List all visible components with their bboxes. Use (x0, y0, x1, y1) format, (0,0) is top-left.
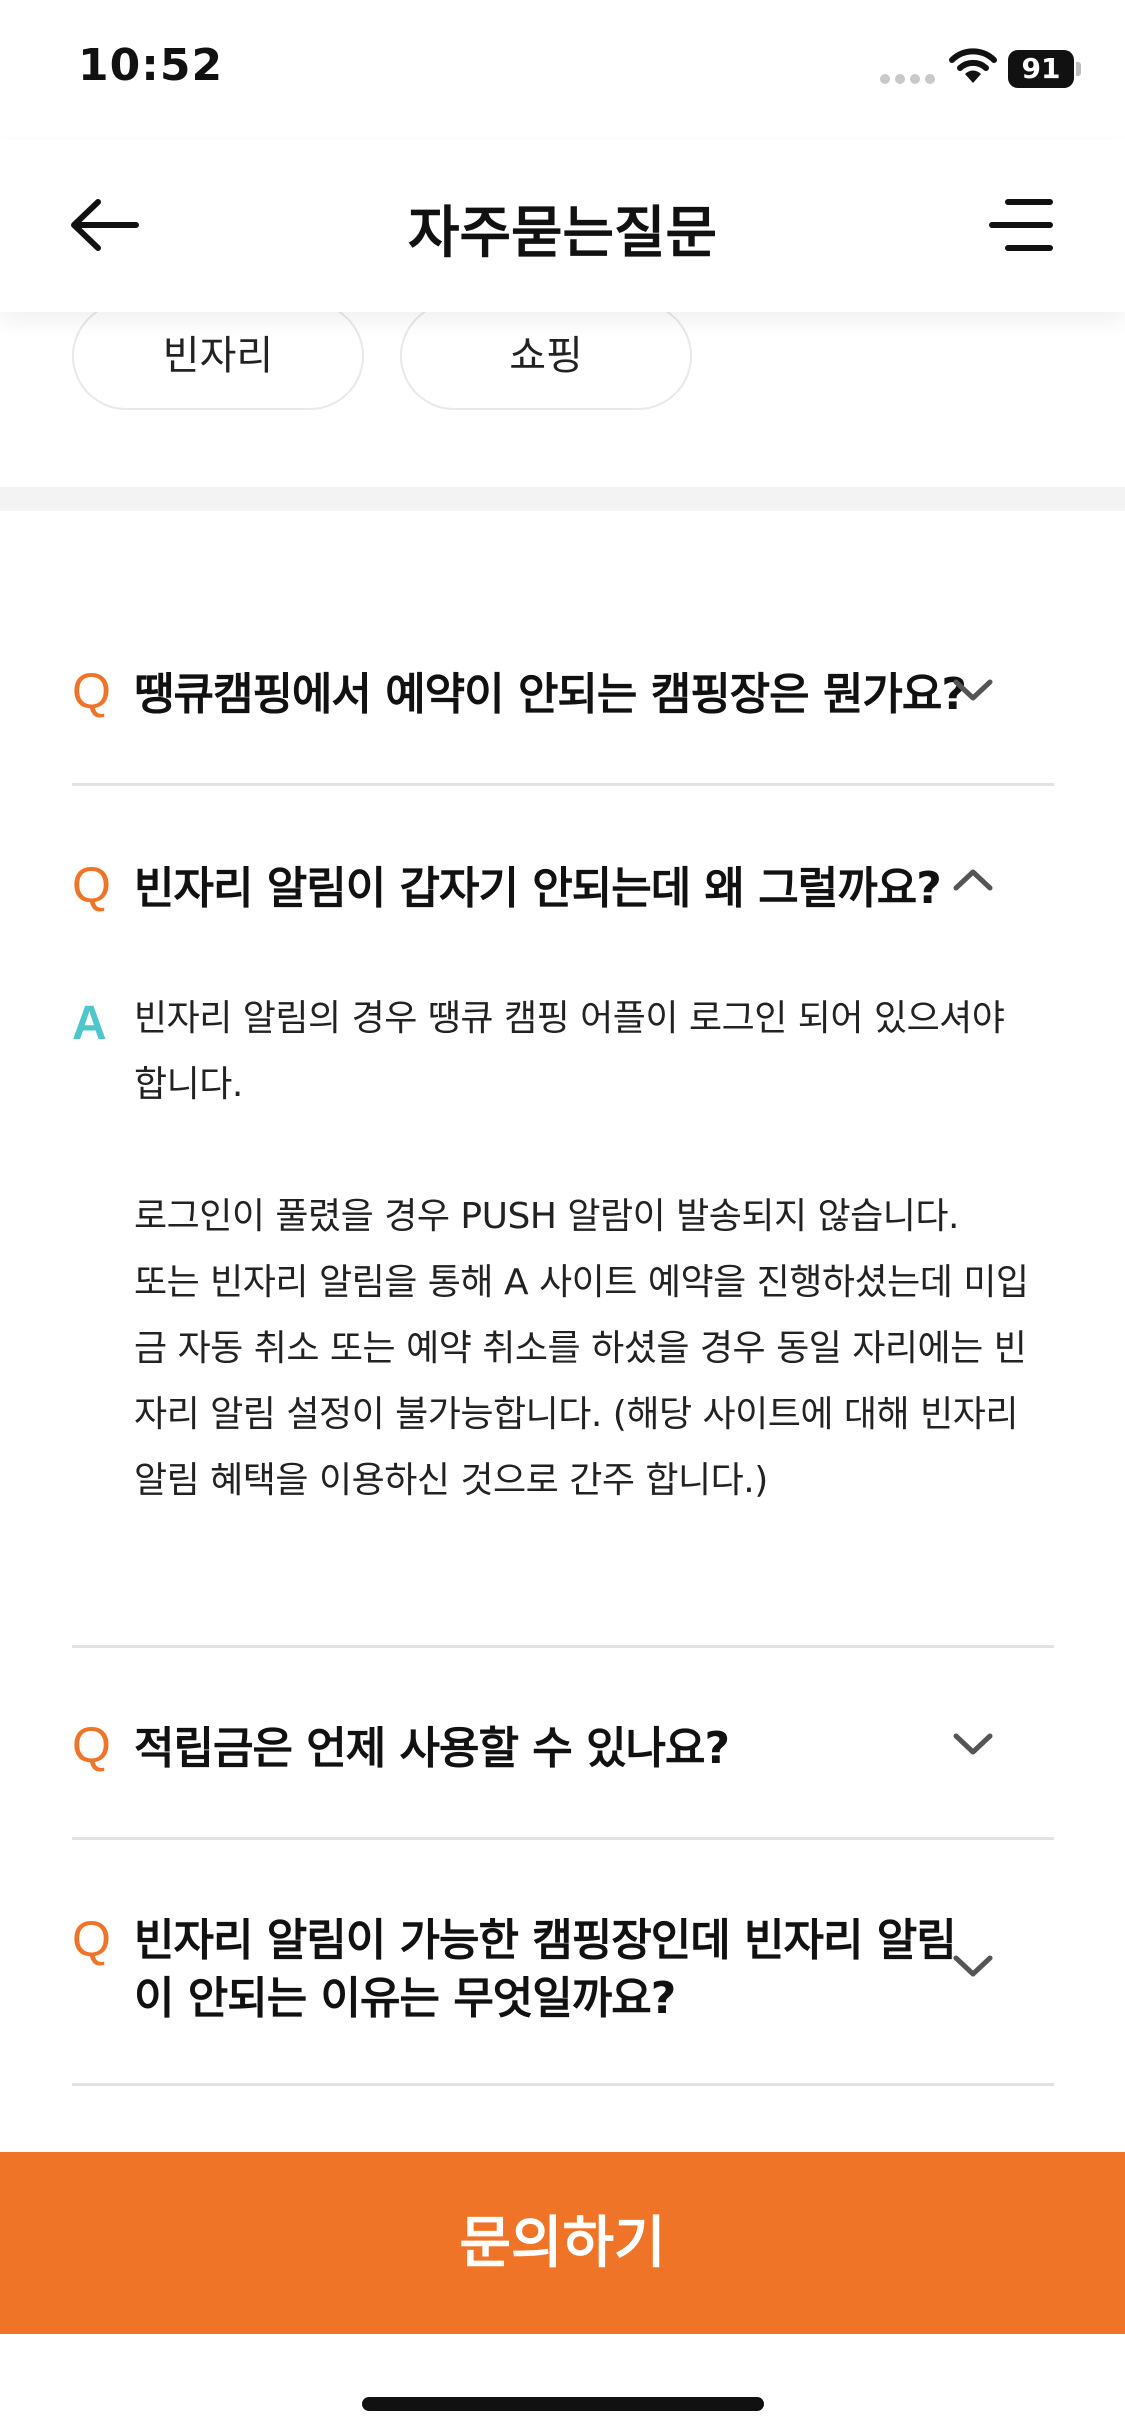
chevron-down-icon[interactable] (948, 676, 998, 706)
menu-button[interactable] (980, 190, 1060, 260)
faq-item[interactable]: Q 빈자리 알림이 가능한 캠핑장인데 빈자리 알림 이 안되는 이유는 무엇일… (72, 1840, 1054, 2086)
inquiry-button[interactable]: 문의하기 (0, 2152, 1125, 2334)
status-time: 10:52 (78, 40, 224, 91)
wifi-icon (948, 46, 998, 86)
faq-item[interactable]: Q 땡큐캠핑에서 예약이 안되는 캠핑장은 뭔가요? (72, 600, 1054, 786)
answer-mark: A (72, 997, 107, 1050)
question-mark: Q (72, 857, 111, 913)
chip-shopping[interactable]: 쇼핑 (400, 302, 692, 410)
answer-line: 자리 알림 설정이 불가능합니다. (해당 사이트에 대해 빈자리 (134, 1394, 1018, 1435)
battery-icon: 91 (1008, 50, 1082, 88)
question-mark: Q (72, 1911, 111, 1967)
answer-line: 금 자동 취소 또는 예약 취소를 하셨을 경우 동일 자리에는 빈 (134, 1328, 1027, 1369)
answer-line: 로그인이 풀렸을 경우 PUSH 알람이 발송되지 않습니다. (134, 1196, 959, 1237)
page-title: 자주묻는질문 (407, 201, 718, 266)
app-header: 자주묻는질문 (0, 140, 1125, 312)
question-text-line: 빈자리 알림이 가능한 캠핑장인데 빈자리 알림 (134, 1915, 957, 1966)
chevron-down-icon[interactable] (948, 1730, 998, 1760)
battery-tip (1076, 62, 1081, 76)
answer-line: 알림 혜택을 이용하신 것으로 간주 합니다.) (134, 1460, 768, 1501)
chevron-up-icon[interactable] (948, 864, 998, 894)
question-text: 적립금은 언제 사용할 수 있나요? (134, 1723, 730, 1774)
question-mark: Q (72, 663, 111, 719)
answer-line: 또는 빈자리 알림을 통해 A 사이트 예약을 진행하셨는데 미입 (134, 1262, 1029, 1303)
answer-line: 빈자리 알림의 경우 땡큐 캠핑 어플이 로그인 되어 있으셔야 (134, 998, 1005, 1039)
answer-line: 합니다. (134, 1064, 243, 1105)
home-indicator (362, 2397, 764, 2411)
faq-item-expanded[interactable]: Q 빈자리 알림이 갑자기 안되는데 왜 그럴까요? A 빈자리 알림의 경우 … (72, 786, 1054, 1648)
question-text: 땡큐캠핑에서 예약이 안되는 캠핑장은 뭔가요? (134, 669, 967, 720)
faq-item[interactable]: Q 적립금은 언제 사용할 수 있나요? (72, 1648, 1054, 1840)
chip-vacancy[interactable]: 빈자리 (72, 302, 364, 410)
section-divider (0, 487, 1125, 511)
signal-icon (880, 74, 936, 86)
question-text: 빈자리 알림이 갑자기 안되는데 왜 그럴까요? (134, 863, 942, 914)
question-mark: Q (72, 1717, 111, 1773)
status-bar: 10:52 91 (0, 0, 1125, 140)
question-text-line: 이 안되는 이유는 무엇일까요? (134, 1973, 676, 2024)
battery-level: 91 (1008, 50, 1074, 88)
chevron-down-icon[interactable] (948, 1952, 998, 1982)
menu-icon (989, 199, 1053, 251)
